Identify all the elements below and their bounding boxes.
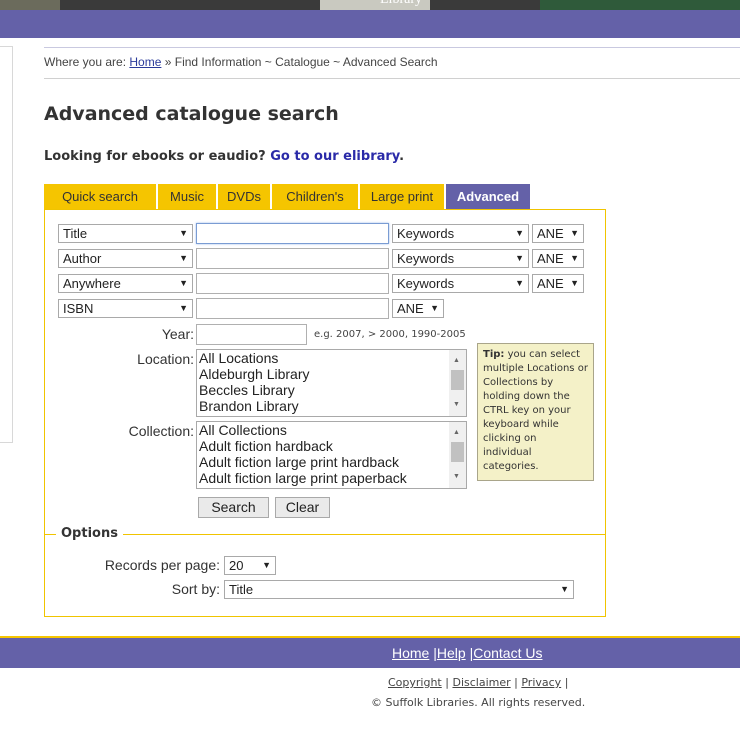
chevron-down-icon: ▼	[430, 303, 439, 313]
chevron-down-icon: ▼	[570, 228, 579, 238]
tab-quick-search[interactable]: Quick search	[44, 184, 156, 209]
field-select-1[interactable]: Title ▼	[58, 224, 193, 243]
field-select-4[interactable]: ISBN ▼	[58, 299, 193, 318]
list-item[interactable]: All Locations	[197, 350, 466, 366]
ebook-prompt-text: Looking for ebooks or eaudio?	[44, 149, 266, 164]
tip-text: you can select multiple Locations or Col…	[483, 349, 588, 472]
chevron-down-icon: ▼	[570, 253, 579, 263]
search-term-input-3[interactable]	[196, 273, 389, 294]
footer-bar	[0, 636, 740, 668]
year-hint: e.g. 2007, > 2000, 1990-2005	[314, 329, 466, 340]
sort-by-select[interactable]: Title ▼	[224, 580, 574, 599]
list-item[interactable]: Adult fiction hardback	[197, 438, 466, 454]
footer-links: Home |Help |Contact Us	[392, 645, 542, 661]
match-type-select-3[interactable]: Keywords ▼	[392, 274, 529, 293]
collection-listbox[interactable]: All Collections Adult fiction hardback A…	[196, 421, 467, 489]
scroll-down-icon[interactable]: ▼	[453, 397, 460, 413]
year-input[interactable]	[196, 324, 307, 345]
breadcrumb-prefix: Where you are:	[44, 55, 127, 69]
sort-by-label: Sort by:	[171, 581, 220, 597]
tip-box: Tip: you can select multiple Locations o…	[477, 343, 594, 481]
legal-links: Copyright | Disclaimer | Privacy |	[388, 676, 568, 689]
location-scrollbar[interactable]: ▲ ▼	[449, 350, 466, 416]
list-item[interactable]: All Collections	[197, 422, 466, 438]
search-term-input-1[interactable]	[196, 223, 389, 244]
list-item[interactable]: Brandon Library	[197, 398, 466, 414]
search-term-input-2[interactable]	[196, 248, 389, 269]
ebook-prompt: Looking for ebooks or eaudio? Go to our …	[44, 149, 404, 164]
search-button[interactable]: Search	[198, 497, 269, 518]
collection-scrollbar[interactable]: ▲ ▼	[449, 422, 466, 488]
chevron-down-icon: ▼	[515, 228, 524, 238]
disclaimer-link[interactable]: Disclaimer	[452, 676, 510, 689]
page-title: Advanced catalogue search	[44, 103, 339, 125]
location-label: Location:	[137, 351, 194, 367]
records-per-page-label: Records per page:	[104, 557, 220, 573]
options-legend: Options	[56, 526, 123, 541]
scroll-up-icon[interactable]: ▲	[453, 425, 460, 441]
location-listbox[interactable]: All Locations Aldeburgh Library Beccles …	[196, 349, 467, 417]
clear-button[interactable]: Clear	[275, 497, 330, 518]
options-divider	[44, 534, 606, 535]
top-nav-bar	[0, 10, 740, 38]
list-item[interactable]: Adult fiction large print hardback	[197, 454, 466, 470]
records-per-page-select[interactable]: 20 ▼	[224, 556, 276, 575]
scroll-up-icon[interactable]: ▲	[453, 353, 460, 369]
list-item[interactable]: Adult fiction large print paperback	[197, 470, 466, 486]
match-type-select-1[interactable]: Keywords ▼	[392, 224, 529, 243]
search-term-input-4[interactable]	[196, 298, 389, 319]
chevron-down-icon: ▼	[179, 278, 188, 288]
operator-select-2[interactable]: ANE ▼	[532, 249, 584, 268]
left-sidebar	[0, 46, 13, 443]
ebook-prompt-dot: .	[399, 149, 405, 164]
privacy-link[interactable]: Privacy	[521, 676, 561, 689]
footer-home-link[interactable]: Home	[392, 645, 429, 661]
header-banner-text: Library	[380, 0, 422, 8]
chevron-down-icon: ▼	[560, 584, 569, 594]
copyright-link[interactable]: Copyright	[388, 676, 442, 689]
tab-advanced[interactable]: Advanced	[446, 184, 530, 209]
legal-separator: |	[564, 676, 569, 689]
tab-childrens[interactable]: Children's	[272, 184, 358, 209]
header-banner-image: Library	[0, 0, 740, 10]
field-select-3[interactable]: Anywhere ▼	[58, 274, 193, 293]
operator-select-1[interactable]: ANE ▼	[532, 224, 584, 243]
field-select-2[interactable]: Author ▼	[58, 249, 193, 268]
breadcrumb: Where you are: Home » Find Information ~…	[44, 55, 438, 69]
footer-contact-link[interactable]: Contact Us	[473, 645, 542, 661]
match-type-select-2[interactable]: Keywords ▼	[392, 249, 529, 268]
chevron-down-icon: ▼	[179, 253, 188, 263]
chevron-down-icon: ▼	[570, 278, 579, 288]
tab-music[interactable]: Music	[158, 184, 216, 209]
chevron-down-icon: ▼	[515, 278, 524, 288]
chevron-down-icon: ▼	[179, 303, 188, 313]
chevron-down-icon: ▼	[179, 228, 188, 238]
breadcrumb-trail: » Find Information ~ Catalogue ~ Advance…	[164, 55, 438, 69]
operator-select-4[interactable]: ANE ▼	[392, 299, 444, 318]
operator-select-3[interactable]: ANE ▼	[532, 274, 584, 293]
list-item[interactable]: Beccles Library	[197, 382, 466, 398]
list-item[interactable]: Aldeburgh Library	[197, 366, 466, 382]
tab-dvds[interactable]: DVDs	[218, 184, 270, 209]
chevron-down-icon: ▼	[515, 253, 524, 263]
chevron-down-icon: ▼	[262, 560, 271, 570]
scroll-down-icon[interactable]: ▼	[453, 469, 460, 485]
legal-separator: |	[445, 676, 449, 689]
copyright-text: © Suffolk Libraries. All rights reserved…	[371, 696, 586, 709]
tab-large-print[interactable]: Large print	[360, 184, 444, 209]
elibrary-link[interactable]: Go to our elibrary	[270, 149, 399, 164]
breadcrumb-home-link[interactable]: Home	[129, 55, 161, 69]
tip-title: Tip:	[483, 349, 505, 360]
legal-separator: |	[514, 676, 518, 689]
year-label: Year:	[161, 326, 194, 342]
collection-label: Collection:	[128, 423, 194, 439]
footer-help-link[interactable]: Help	[437, 645, 466, 661]
